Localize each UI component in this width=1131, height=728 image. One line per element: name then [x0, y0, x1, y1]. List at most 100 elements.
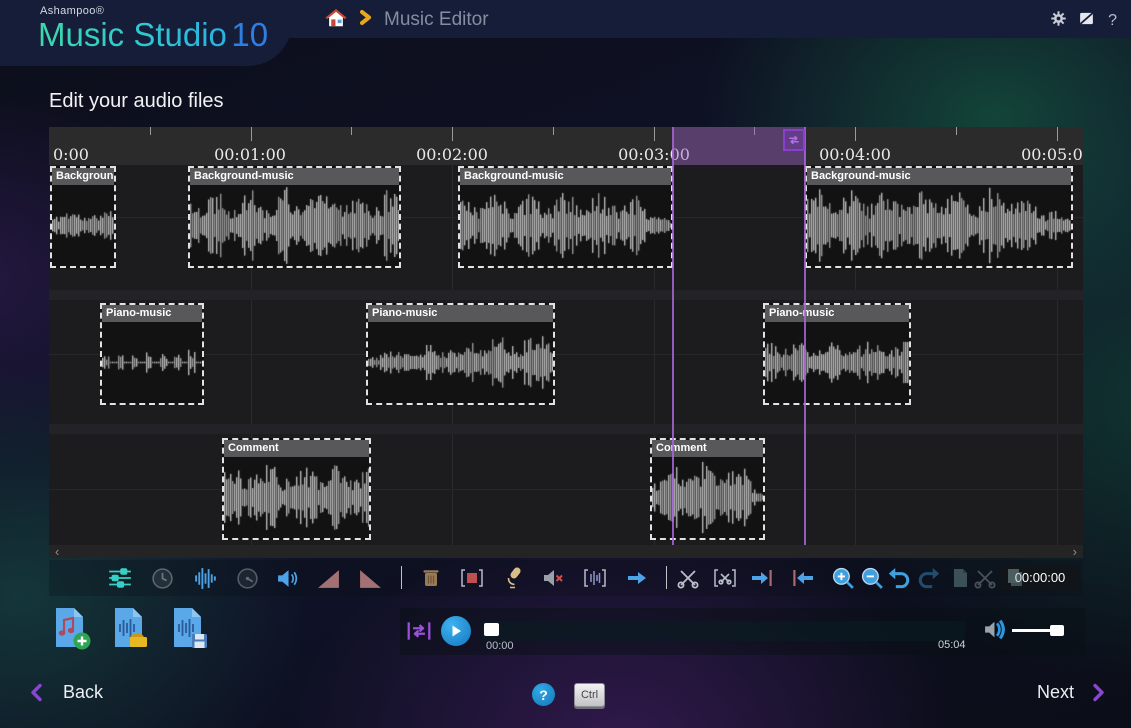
clip-label: Piano-music	[368, 305, 553, 322]
mixer-icon[interactable]	[107, 565, 133, 591]
clip-label: Comment	[652, 440, 763, 457]
track-separator	[49, 290, 1083, 300]
clip-waveform	[765, 322, 909, 403]
back-button[interactable]: Back	[30, 682, 103, 703]
selection-marker-line[interactable]	[672, 127, 674, 545]
grid-line	[49, 354, 1083, 355]
scissors-icon[interactable]	[675, 565, 701, 591]
selection-wave-icon[interactable]	[582, 565, 608, 591]
redo-icon[interactable]	[917, 565, 943, 591]
gauge-icon[interactable]	[234, 565, 260, 591]
copy-icon[interactable]	[1002, 565, 1028, 591]
clock-icon[interactable]	[149, 565, 175, 591]
news-icon[interactable]	[1078, 10, 1095, 32]
breadcrumb-chevron-icon	[359, 9, 372, 31]
audio-clip[interactable]: Background-music	[805, 166, 1073, 268]
seek-track[interactable]	[482, 621, 965, 641]
audio-clip[interactable]: Comment	[222, 438, 371, 540]
timeline-tracks[interactable]: Background-music Background-music Backgrou…	[49, 165, 1083, 545]
grid-line	[49, 489, 1083, 490]
clip-label: Background-music	[807, 168, 1071, 185]
next-button[interactable]: Next	[1037, 682, 1105, 703]
ruler-tick	[251, 127, 252, 141]
ruler-tick	[956, 127, 957, 135]
clip-label: Comment	[224, 440, 369, 457]
audio-clip[interactable]: Piano-music	[763, 303, 911, 405]
mute-icon[interactable]	[540, 565, 566, 591]
audio-clip[interactable]: Background-music	[50, 166, 116, 268]
arrow-to-end-icon[interactable]	[749, 565, 775, 591]
cut-icon[interactable]	[972, 565, 998, 591]
undo-icon[interactable]	[885, 565, 911, 591]
timeline-panel: Background-music Background-music Backgrou…	[49, 127, 1083, 558]
open-project-button[interactable]	[108, 606, 152, 652]
back-label: Back	[63, 682, 103, 703]
timeline-ruler[interactable]: 0:0000:01:0000:02:0000:03:0000:04:0000:0…	[49, 127, 1083, 165]
help-button[interactable]: ?	[532, 683, 555, 706]
ruler-tick	[1057, 127, 1058, 141]
selection-marker-line[interactable]	[804, 127, 806, 545]
clip-waveform	[368, 322, 553, 403]
clip-waveform	[460, 185, 671, 266]
clip-label: Background-music	[190, 168, 399, 185]
elapsed-time: 00:00	[486, 640, 514, 652]
clip-label: Background-music	[52, 168, 114, 185]
waveform-icon[interactable]	[192, 565, 218, 591]
clip-waveform	[652, 457, 763, 538]
microphone-icon[interactable]	[500, 565, 526, 591]
volume-handle[interactable]	[1050, 625, 1064, 636]
ruler-time-label: 00:02:00	[416, 145, 488, 164]
ruler-time-label: 00:04:00	[819, 145, 891, 164]
scroll-right-icon[interactable]: ›	[1073, 545, 1077, 558]
ruler-time-label: 0:00	[53, 145, 89, 164]
speaker-icon[interactable]	[274, 565, 300, 591]
brand-version: 10	[231, 16, 268, 53]
next-chevron-icon	[1092, 683, 1105, 702]
ruler-tick	[654, 127, 655, 141]
audio-clip[interactable]: Piano-music	[366, 303, 555, 405]
track-separator	[49, 424, 1083, 434]
loop-icon[interactable]	[406, 618, 432, 644]
scroll-left-icon[interactable]: ‹	[55, 545, 59, 558]
clip-waveform	[190, 185, 399, 266]
clip-waveform	[102, 322, 202, 403]
audio-clip[interactable]: Background-music	[458, 166, 673, 268]
arrow-to-start-icon[interactable]	[790, 565, 816, 591]
fade-in-icon[interactable]	[315, 565, 341, 591]
add-music-file-button[interactable]	[49, 606, 93, 652]
player-bar: 00:00 05:04	[400, 608, 1085, 655]
ruler-tick	[452, 127, 453, 141]
fade-out-icon[interactable]	[357, 565, 383, 591]
toolbar-separator	[401, 566, 402, 589]
toolbar-separator	[666, 566, 667, 589]
project-buttons	[49, 606, 211, 652]
app-window: Ashampoo® Music Studio 10 Music Editor ?…	[0, 0, 1131, 728]
clip-waveform	[807, 185, 1071, 266]
zoom-in-icon[interactable]	[830, 565, 856, 591]
arrow-right-icon[interactable]	[624, 565, 650, 591]
next-label: Next	[1037, 682, 1074, 703]
page-title: Edit your audio files	[49, 90, 224, 113]
ruler-tick	[553, 127, 554, 135]
volume-speaker-icon[interactable]	[983, 617, 1008, 647]
zoom-out-icon[interactable]	[859, 565, 885, 591]
timeline-scrollbar[interactable]: ‹ ›	[49, 545, 1083, 558]
insert-selection-icon[interactable]	[459, 565, 485, 591]
settings-gear-icon[interactable]	[1050, 10, 1067, 32]
scissors-selection-icon[interactable]	[712, 565, 738, 591]
clip-waveform	[224, 457, 369, 538]
toolbar: 00:00:00	[49, 560, 1083, 596]
seek-handle[interactable]	[484, 623, 499, 636]
paste-icon[interactable]	[947, 565, 973, 591]
play-button[interactable]	[441, 616, 471, 646]
help-icon[interactable]: ?	[1106, 12, 1119, 30]
header-icons: ?	[1050, 10, 1119, 32]
loop-region-icon[interactable]	[783, 129, 805, 151]
trash-icon[interactable]	[418, 565, 444, 591]
save-project-button[interactable]	[167, 606, 211, 652]
home-icon[interactable]	[325, 7, 347, 34]
audio-clip[interactable]: Background-music	[188, 166, 401, 268]
clip-waveform	[52, 185, 114, 266]
audio-clip[interactable]: Piano-music	[100, 303, 204, 405]
audio-clip[interactable]: Comment	[650, 438, 765, 540]
